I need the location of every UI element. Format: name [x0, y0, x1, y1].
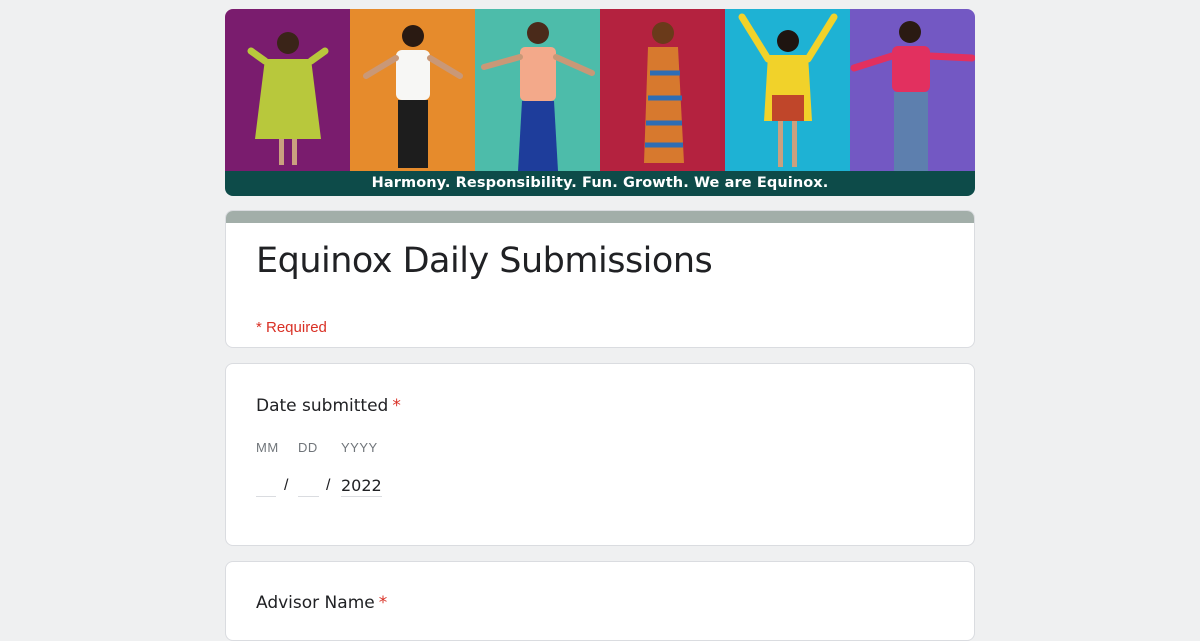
required-note: * Required [256, 319, 327, 336]
day-label: DD [298, 440, 318, 455]
day-input[interactable] [298, 474, 319, 497]
required-asterisk: * [392, 396, 401, 416]
required-asterisk: * [378, 593, 388, 613]
form-container: Harmony. Responsibility. Fun. Growth. We… [225, 9, 975, 641]
banner-caption: Harmony. Responsibility. Fun. Growth. We… [225, 171, 975, 196]
banner-person-image [725, 9, 850, 171]
question-label-text: Date submitted [256, 396, 389, 416]
date-separator: / [284, 477, 289, 494]
date-separator: / [326, 477, 331, 494]
banner-person-image [475, 9, 600, 171]
year-input[interactable] [341, 474, 382, 497]
banner-person-image [850, 9, 975, 171]
year-label: YYYY [341, 440, 378, 455]
month-label: MM [256, 440, 279, 455]
question-label: Date submitted * [256, 396, 401, 416]
form-title-card: Equinox Daily Submissions * Required [225, 210, 975, 348]
question-label-text: Advisor Name [256, 593, 375, 613]
banner-person-image [600, 9, 725, 171]
banner-person-image [225, 9, 350, 171]
question-card-advisor-name: Advisor Name * [225, 561, 975, 641]
header-banner-image: Harmony. Responsibility. Fun. Growth. We… [225, 9, 975, 196]
month-input[interactable] [256, 474, 276, 497]
question-label: Advisor Name * [256, 593, 387, 613]
title-card-accent-bar [226, 211, 974, 223]
form-title: Equinox Daily Submissions [256, 241, 713, 281]
question-card-date-submitted: Date submitted * MM DD YYYY / / [225, 363, 975, 546]
banner-person-image [350, 9, 475, 171]
